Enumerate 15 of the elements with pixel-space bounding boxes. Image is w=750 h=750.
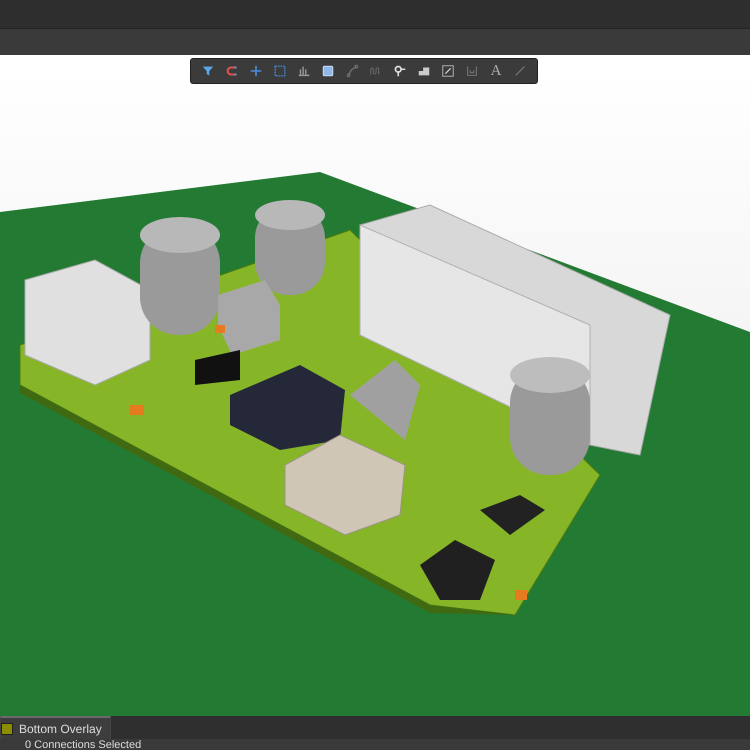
selection-rectangle-icon [273,64,287,78]
filter-icon [201,64,215,78]
crosshair-icon [249,64,263,78]
line-icon [513,64,527,78]
square-icon [321,64,335,78]
text-tool-button[interactable]: A [485,62,507,80]
framed-diagonal-icon [441,64,455,78]
status-text: 0 Connections Selected [25,739,142,750]
layer-tab-label: Bottom Overlay [19,722,102,736]
bar-chart-icon [297,64,311,78]
magnet-icon [225,64,239,78]
pin-icon [393,64,407,78]
route-icon [345,64,359,78]
layer-tab[interactable]: Bottom Overlay [0,716,111,739]
bracket-icon [465,64,479,78]
